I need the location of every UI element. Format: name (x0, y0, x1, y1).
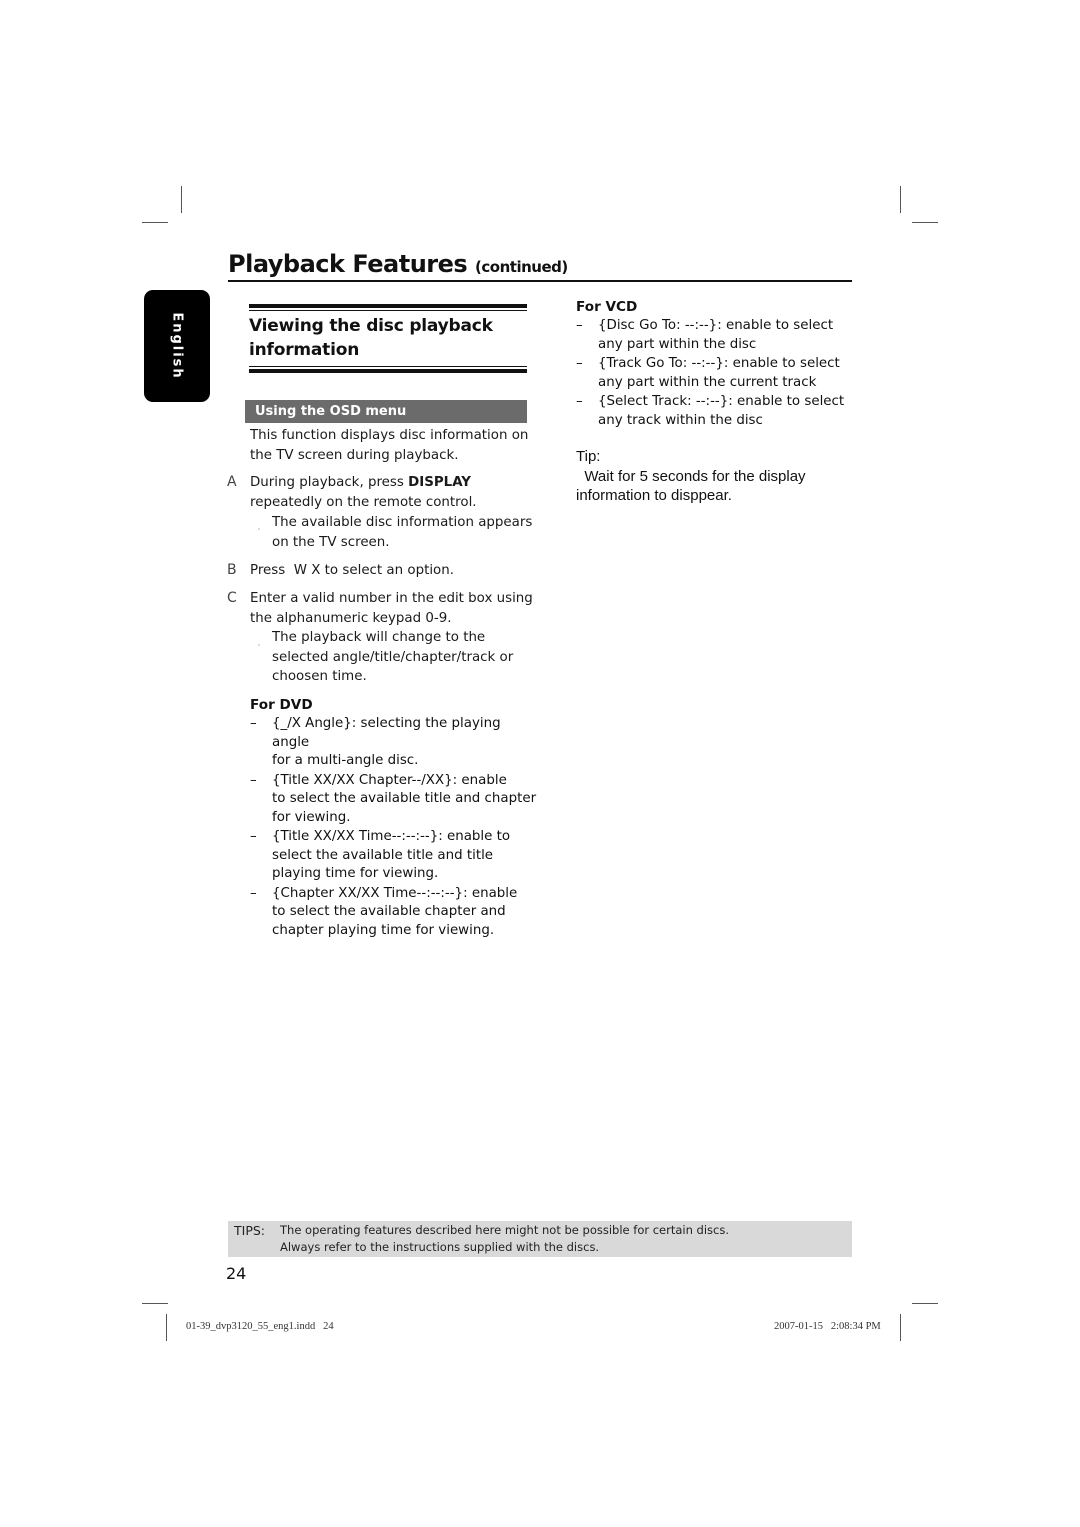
step-letter-a: A (227, 474, 237, 490)
step-c-line: Enter a valid number in the edit box usi… (250, 591, 533, 606)
step-c-text: Enter a valid number in the edit box usi… (250, 589, 533, 628)
heading-rule-top-thin (249, 310, 527, 311)
list-item-line: {Chapter XX/XX Time--:--:--}: enable (272, 885, 518, 901)
language-tab-label: English (169, 312, 185, 380)
list-item-line: for a multi-angle disc. (272, 753, 419, 768)
list-item: – {Title XX/XX Chapter--/XX}: enable to … (250, 772, 540, 828)
result-arrow-icon: ¸ (257, 638, 261, 646)
list-item: – {Title XX/XX Time--:--:--}: enable to … (250, 828, 540, 884)
step-c-result: The playback will change to the selected… (272, 628, 513, 687)
subheading-bar: Using the OSD menu (245, 400, 527, 423)
crop-mark (166, 1314, 167, 1341)
tip-block: Tip: Wait for 5 seconds for the display … (576, 447, 806, 506)
step-c-result-line: selected angle/title/chapter/track or (272, 649, 514, 665)
footer-timestamp: 2007-01-15 2:08:34 PM (774, 1321, 881, 1332)
section-title-line: information (249, 340, 360, 360)
list-item-line: {Title XX/XX Chapter--/XX}: enable (272, 772, 507, 788)
list-item-line: select the available title and title (272, 847, 494, 863)
crop-mark (142, 222, 168, 223)
list-item-line: {_/X Angle}: selecting the playing angle (272, 716, 501, 750)
intro-line: This function displays disc information … (250, 428, 529, 443)
tip-label: Tip: (576, 448, 601, 465)
dvd-heading: For DVD (250, 697, 313, 713)
section-title: Viewing the disc playback information (249, 314, 539, 362)
dash-bullet: – (576, 394, 583, 409)
intro-text: This function displays disc information … (250, 426, 528, 465)
step-a-line: repeatedly on the remote control. (250, 494, 477, 510)
vcd-heading: For VCD (576, 299, 638, 315)
heading-rule-top (249, 304, 527, 308)
step-c-result-line: The playback will change to the (272, 630, 486, 645)
vcd-list: – {Disc Go To: --:--}: enable to select … (576, 317, 866, 431)
list-item-line: playing time for viewing. (272, 866, 439, 881)
step-letter-b: B (227, 562, 237, 578)
display-key: DISPLAY (408, 475, 471, 490)
tips-box: TIPS: The operating features described h… (228, 1221, 852, 1257)
heading-rule-bottom-thin (249, 366, 527, 367)
step-a-result: The available disc information appears o… (272, 513, 532, 552)
list-item-line: {Disc Go To: --:--}: enable to select (598, 318, 834, 333)
step-a-text: During playback, press DISPLAY repeatedl… (250, 473, 477, 512)
tips-text: The operating features described here mi… (280, 1222, 729, 1256)
list-item-line: any part within the disc (598, 336, 757, 352)
heading-rule-bottom (249, 369, 527, 373)
list-item-line: any part within the current track (598, 374, 817, 390)
list-item: – {_/X Angle}: selecting the playing ang… (250, 715, 540, 771)
crop-mark (142, 1303, 168, 1304)
tips-line: The operating features described here mi… (280, 1223, 730, 1237)
dash-bullet: – (250, 772, 257, 788)
step-b-text: Press W X to select an option. (250, 563, 454, 578)
result-arrow-icon: ¸ (257, 522, 261, 530)
list-item-line: to select the available title and chapte… (272, 791, 537, 806)
dash-bullet: – (250, 829, 257, 844)
step-a-result-line: The available disc information appears (272, 515, 533, 530)
list-item-line: for viewing. (272, 809, 351, 825)
list-item-line: {Title XX/XX Time--:--:--}: enable to (272, 829, 511, 844)
step-a-result-line: on the TV screen. (272, 534, 390, 550)
dash-bullet: – (576, 356, 583, 371)
list-item-line: chapter playing time for viewing. (272, 922, 495, 938)
dash-bullet: – (250, 885, 257, 901)
tips-line: Always refer to the instructions supplie… (280, 1240, 600, 1254)
list-item-line: {Select Track: --:--}: enable to select (598, 394, 845, 409)
tip-line: Wait for 5 seconds for the display (576, 467, 806, 485)
page-title-suffix: (continued) (475, 258, 568, 276)
list-item-line: any track within the disc (598, 412, 763, 428)
tips-label: TIPS: (234, 1223, 266, 1238)
list-item: – {Select Track: --:--}: enable to selec… (576, 393, 866, 430)
crop-mark (181, 186, 182, 213)
page-number: 24 (226, 1264, 247, 1283)
footer-filename: 01-39_dvp3120_55_eng1.indd 24 (186, 1321, 334, 1332)
dash-bullet: – (576, 318, 583, 333)
list-item-line: to select the available chapter and (272, 904, 506, 919)
step-c-line: the alphanumeric keypad 0-9. (250, 610, 452, 626)
page-title-text: Playback Features (228, 250, 468, 278)
crop-mark (900, 1314, 901, 1341)
list-item: – {Disc Go To: --:--}: enable to select … (576, 317, 866, 354)
crop-mark (912, 222, 938, 223)
dvd-list: – {_/X Angle}: selecting the playing ang… (250, 715, 540, 941)
step-c-result-line: choosen time. (272, 669, 367, 684)
list-item-line: {Track Go To: --:--}: enable to select (598, 356, 840, 371)
section-title-line: Viewing the disc playback (249, 316, 493, 336)
list-item: – {Chapter XX/XX Time--:--:--}: enable t… (250, 885, 540, 941)
crop-mark (912, 1303, 938, 1304)
crop-mark (900, 186, 901, 213)
step-letter-c: C (227, 590, 237, 606)
tip-line: information to disppear. (576, 487, 732, 504)
intro-line: the TV screen during playback. (250, 447, 459, 463)
dash-bullet: – (250, 716, 257, 731)
language-tab: English (144, 290, 210, 402)
page-title: Playback Features (continued) (228, 248, 852, 282)
step-a-text-pre: During playback, press (250, 475, 409, 490)
list-item: – {Track Go To: --:--}: enable to select… (576, 355, 866, 392)
